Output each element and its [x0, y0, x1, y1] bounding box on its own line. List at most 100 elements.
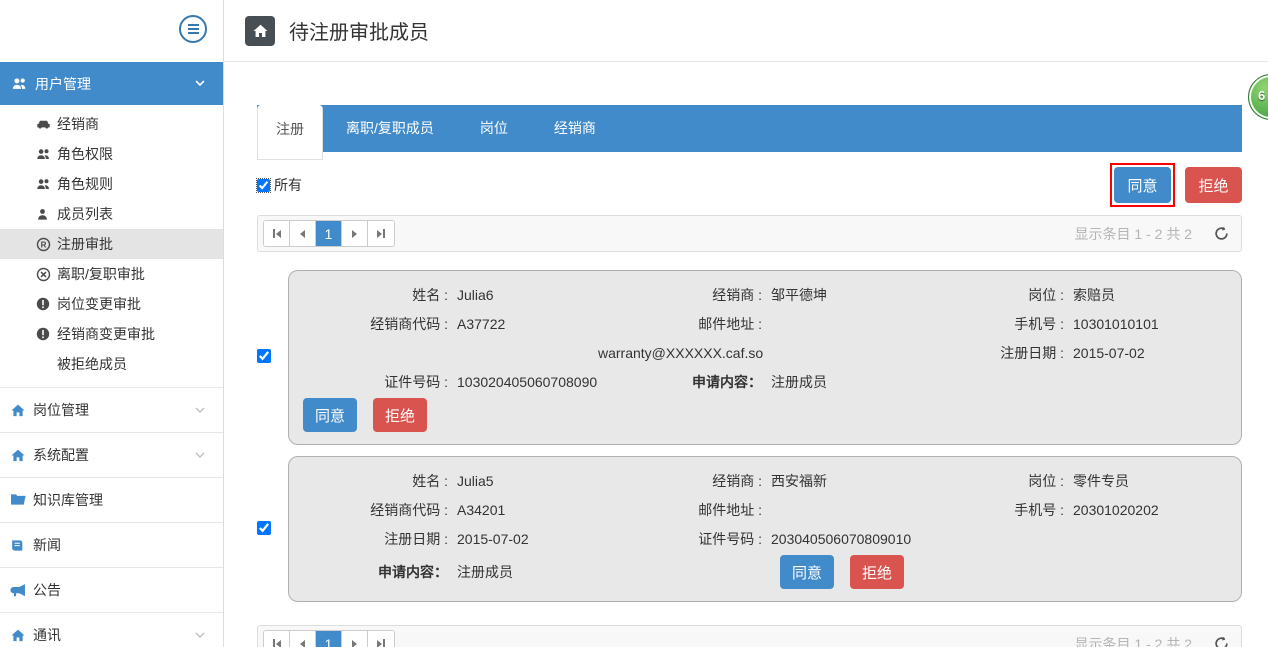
first-page-icon [276, 640, 281, 647]
sidebar-group-communication[interactable]: 通讯 [0, 612, 223, 647]
sidebar-group-announcement[interactable]: 公告 [0, 567, 223, 612]
notification-count: 6 [1258, 88, 1265, 103]
row-checkbox-col [257, 521, 288, 538]
toolbar: 所有 同意 拒绝 [257, 163, 1242, 207]
sidebar-item-dealer[interactable]: 经销商 [0, 109, 223, 139]
home-icon [245, 16, 275, 46]
email-value: warranty@XXXXXX.caf.so [598, 345, 762, 361]
position-value: 索赔员 [1064, 285, 1225, 305]
approve-button[interactable]: 同意 [780, 555, 834, 589]
sidebar-group-knowledge-base[interactable]: 知识库管理 [0, 477, 223, 522]
menu-toggle-button[interactable] [179, 15, 207, 43]
position-label: 岗位 : [912, 285, 1064, 305]
member-checkbox[interactable] [257, 521, 271, 535]
select-all-label: 所有 [274, 175, 302, 195]
id-number-label: 证件号码 : [598, 529, 762, 549]
row-checkbox-col [257, 349, 288, 366]
reject-all-button[interactable]: 拒绝 [1185, 167, 1242, 203]
chevron-down-icon [195, 452, 205, 459]
user-icon [36, 207, 51, 222]
mobile-label: 手机号 : [912, 500, 1064, 520]
content: 注册 离职/复职成员 岗位 经销商 所有 同意 拒绝 1 [224, 62, 1268, 647]
card-field-row: 经销商代码 : A37722 邮件地址 : 手机号 : 10301010101 [305, 309, 1225, 338]
next-page-button[interactable] [342, 631, 368, 647]
sidebar-submenu: 经销商 角色权限 角色规则 成员列表 R 注册审批 [0, 105, 223, 387]
card-actions-row: 申请内容： 注册成员 同意 拒绝 [305, 553, 1225, 591]
tab-dealer[interactable]: 经销商 [531, 105, 619, 152]
users-icon [11, 76, 29, 92]
sidebar-item-label: 注册审批 [57, 234, 113, 254]
next-page-icon [352, 230, 357, 238]
approve-button[interactable]: 同意 [303, 398, 357, 432]
tab-resigned-members[interactable]: 离职/复职成员 [323, 105, 457, 152]
tab-register[interactable]: 注册 [257, 105, 323, 160]
sidebar-item-label: 成员列表 [57, 204, 113, 224]
prev-page-button[interactable] [290, 631, 316, 647]
select-all: 所有 [257, 175, 302, 195]
member-card: 姓名 : Julia6 经销商 : 邹平德坤 岗位 : 索赔员 经销商代码 : … [288, 270, 1242, 445]
register-date-value: 2015-07-02 [1064, 345, 1225, 361]
reject-button[interactable]: 拒绝 [373, 398, 427, 432]
book-icon [10, 537, 27, 553]
member-checkbox[interactable] [257, 349, 271, 363]
last-page-button[interactable] [368, 631, 394, 647]
sidebar-item-dealer-change-approval[interactable]: 经销商变更审批 [0, 319, 223, 349]
page-number-button[interactable]: 1 [316, 631, 342, 647]
pagination-summary: 显示条目 1 - 2 共 2 [1075, 634, 1192, 647]
sidebar-group-user-management[interactable]: 用户管理 [0, 62, 223, 105]
page-number-button[interactable]: 1 [316, 221, 342, 246]
hamburger-icon [188, 24, 199, 26]
card-field-row: 姓名 : Julia6 经销商 : 邹平德坤 岗位 : 索赔员 [305, 280, 1225, 309]
sidebar-item-label: 角色规则 [57, 174, 113, 194]
sidebar-group-label: 公告 [33, 580, 61, 600]
sidebar-group-position-management[interactable]: 岗位管理 [0, 387, 223, 432]
next-page-button[interactable] [342, 221, 368, 246]
first-page-button[interactable] [264, 631, 290, 647]
sidebar-group-news[interactable]: 新闻 [0, 522, 223, 567]
sidebar-item-label: 经销商 [57, 114, 99, 134]
users-icon [36, 147, 51, 162]
sidebar-item-label: 被拒绝成员 [57, 354, 127, 374]
select-all-checkbox[interactable] [257, 179, 270, 192]
sidebar-item-label: 角色权限 [57, 144, 113, 164]
id-number-value: 203040506070809010 [762, 531, 912, 547]
sidebar-group-system-config[interactable]: 系统配置 [0, 432, 223, 477]
pagination-top: 1 显示条目 1 - 2 共 2 [257, 215, 1242, 252]
apply-content-value: 注册成员 [762, 372, 912, 392]
tab-position[interactable]: 岗位 [457, 105, 531, 152]
sidebar-item-member-list[interactable]: 成员列表 [0, 199, 223, 229]
name-value: Julia6 [448, 287, 598, 303]
card-actions: 同意 拒绝 [303, 398, 427, 432]
users-icon [36, 177, 51, 192]
page-header: 待注册审批成员 [224, 0, 1268, 62]
sidebar-group-label: 通讯 [33, 625, 61, 645]
sidebar-item-role-rules[interactable]: 角色规则 [0, 169, 223, 199]
last-page-icon [377, 640, 382, 647]
page-title: 待注册审批成员 [289, 16, 429, 45]
apply-content-value: 注册成员 [448, 562, 598, 582]
card-field-row: 经销商代码 : A34201 邮件地址 : 手机号 : 20301020202 [305, 495, 1225, 524]
apply-content-label: 申请内容： [598, 372, 762, 392]
card-actions-row: 同意 拒绝 [305, 396, 1225, 434]
sidebar-item-role-permissions[interactable]: 角色权限 [0, 139, 223, 169]
approve-all-button[interactable]: 同意 [1114, 167, 1171, 203]
sidebar-item-position-change-approval[interactable]: 岗位变更审批 [0, 289, 223, 319]
refresh-button[interactable] [1214, 226, 1229, 241]
prev-page-button[interactable] [290, 221, 316, 246]
refresh-button[interactable] [1214, 636, 1229, 647]
email-label: 邮件地址 : [598, 500, 762, 520]
sidebar-item-resignation-approval[interactable]: 离职/复职审批 [0, 259, 223, 289]
last-page-button[interactable] [368, 221, 394, 246]
last-page-icon [383, 639, 385, 647]
dealer-code-label: 经销商代码 : [305, 314, 448, 334]
reject-button[interactable]: 拒绝 [850, 555, 904, 589]
sidebar-item-registration-approval[interactable]: R 注册审批 [0, 229, 223, 259]
sidebar-item-rejected-members[interactable]: 被拒绝成员 [0, 349, 223, 379]
sidebar-top [0, 0, 223, 62]
home-icon [10, 402, 27, 418]
sidebar-group-label: 新闻 [33, 535, 61, 555]
chevron-down-icon [195, 80, 205, 87]
dealer-code-value: A37722 [448, 316, 598, 332]
first-page-button[interactable] [264, 221, 290, 246]
main-area: 待注册审批成员 注册 离职/复职成员 岗位 经销商 所有 同意 拒绝 [224, 0, 1268, 647]
